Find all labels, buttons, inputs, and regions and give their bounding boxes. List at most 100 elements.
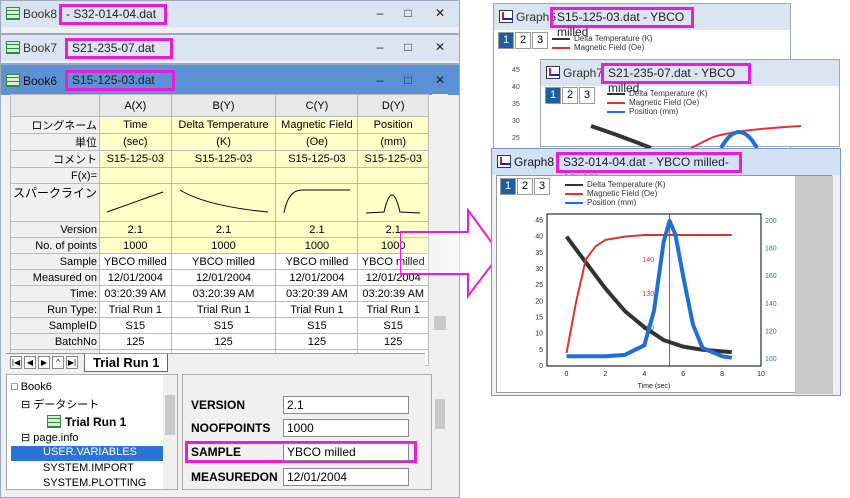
cell[interactable]: S15 xyxy=(170,317,277,334)
prop-value-field[interactable]: 2.1 xyxy=(283,396,409,414)
cell[interactable]: Trial Run 1 xyxy=(275,301,359,318)
cell[interactable]: (K) xyxy=(170,133,277,151)
close-icon[interactable]: ✕ xyxy=(431,6,449,20)
tree-scrollbar[interactable] xyxy=(163,375,177,489)
layer-tab[interactable]: 2 xyxy=(515,32,531,49)
scroll-thumb[interactable] xyxy=(435,399,445,429)
column-header[interactable]: B(Y) xyxy=(170,94,277,117)
cell[interactable]: 2.1 xyxy=(170,221,277,238)
tree-item-datasheet[interactable]: ⊟ データシート xyxy=(21,396,99,412)
sparkline-cell[interactable] xyxy=(275,183,359,222)
cell[interactable]: YBCO milled xyxy=(275,253,359,270)
corner-cell[interactable] xyxy=(9,94,101,117)
layer-tab[interactable]: 2 xyxy=(562,87,578,104)
graph7-window[interactable]: Graph7 S21-235-07.dat - YBCO milled 123 … xyxy=(540,59,840,148)
cell[interactable]: 125 xyxy=(275,333,359,350)
cell[interactable]: 03:20:39 AM xyxy=(275,285,359,302)
cell[interactable]: Position xyxy=(357,116,429,134)
next-sheet-icon[interactable]: ▶ xyxy=(38,356,50,369)
graph8-window[interactable]: Graph8 S32-014-04.dat - YBCO milled-squa… xyxy=(491,148,841,396)
cell[interactable]: 125 xyxy=(170,333,277,350)
props-scrollbar[interactable] xyxy=(433,375,447,491)
cell[interactable]: S15-125-03 xyxy=(357,150,429,168)
maximize-icon[interactable]: □ xyxy=(399,40,417,54)
layer-tab[interactable]: 3 xyxy=(579,87,595,104)
cell[interactable]: 1000 xyxy=(170,237,277,254)
tree-item-system-import[interactable]: SYSTEM.IMPORT xyxy=(43,462,134,474)
cell[interactable]: Time xyxy=(99,116,172,134)
prop-value-field[interactable]: 1000 xyxy=(283,419,409,437)
layer-tab[interactable]: 3 xyxy=(532,32,548,49)
graph8-chart[interactable]: 0 2 4 6 8 10051015202530354045100120140160180… xyxy=(497,206,797,394)
cell[interactable]: (Oe) xyxy=(275,133,359,151)
first-sheet-icon[interactable]: |◀ xyxy=(10,356,22,369)
last-sheet-icon[interactable]: ▶| xyxy=(66,356,78,369)
prop-value-field[interactable]: YBCO milled xyxy=(283,443,409,461)
cell[interactable]: (sec) xyxy=(99,133,172,151)
cell[interactable]: S15-125-03 xyxy=(275,150,359,168)
graph6-titlebar[interactable]: Graph6 S15-125-03.dat - YBCO milled xyxy=(494,4,790,39)
layer-tab[interactable]: 2 xyxy=(517,178,533,195)
minimize-icon[interactable]: – xyxy=(371,40,389,54)
tree-item-user-variables[interactable]: USER.VARIABLES xyxy=(11,446,166,461)
tree-item-pageinfo[interactable]: ⊟ page.info xyxy=(21,431,79,444)
cell[interactable]: Trial Run 1 xyxy=(357,301,429,318)
cell[interactable]: 03:20:39 AM xyxy=(170,285,277,302)
graph8-titlebar[interactable]: Graph8 S32-014-04.dat - YBCO milled-squa… xyxy=(492,149,840,184)
tree-item-book[interactable]: □ Book6 xyxy=(11,381,52,393)
cell[interactable]: 12/01/2004 xyxy=(99,269,172,286)
cell[interactable]: (mm) xyxy=(357,133,429,151)
cell[interactable]: 12/01/2004 xyxy=(275,269,359,286)
tree-item-sheet[interactable]: Trial Run 1 xyxy=(47,413,126,429)
cell[interactable]: 125 xyxy=(99,333,172,350)
cell[interactable]: 2.1 xyxy=(99,221,172,238)
cell[interactable]: S15 xyxy=(357,317,429,334)
book8-window[interactable]: Book8 - S32-014-04.dat – □ ✕ xyxy=(0,0,460,34)
cell[interactable]: 03:20:39 AM xyxy=(99,285,172,302)
book6-titlebar[interactable]: Book6 S15-125-03.dat – □ ✕ xyxy=(1,65,459,95)
cell[interactable] xyxy=(357,167,429,184)
scroll-thumb[interactable] xyxy=(434,316,446,330)
layer-tab[interactable]: 1 xyxy=(500,178,516,195)
cell[interactable]: 1000 xyxy=(99,237,172,254)
maximize-icon[interactable]: □ xyxy=(399,73,417,87)
cell[interactable]: 2.1 xyxy=(275,221,359,238)
worksheet-grid[interactable]: A(X) B(Y) C(Y) D(Y) ロングネーム Time Delta Te… xyxy=(9,94,429,366)
scroll-thumb[interactable] xyxy=(165,395,175,435)
sheet-up-icon[interactable]: ^ xyxy=(52,356,64,369)
cell[interactable]: Trial Run 1 xyxy=(99,301,172,318)
close-icon[interactable]: ✕ xyxy=(431,40,449,54)
cell[interactable]: YBCO milled xyxy=(99,253,172,270)
book8-titlebar[interactable]: Book8 - S32-014-04.dat – □ ✕ xyxy=(1,1,459,27)
minimize-icon[interactable]: – xyxy=(371,6,389,20)
cell[interactable] xyxy=(99,167,172,184)
cell[interactable]: YBCO milled xyxy=(170,253,277,270)
cell[interactable]: S15-125-03 xyxy=(170,150,277,168)
cell[interactable] xyxy=(275,167,359,184)
cell[interactable] xyxy=(170,167,277,184)
cell[interactable]: 125 xyxy=(357,333,429,350)
graph7-titlebar[interactable]: Graph7 S21-235-07.dat - YBCO milled xyxy=(541,60,839,95)
book7-titlebar[interactable]: Book7 S21-235-07.dat – □ ✕ xyxy=(1,35,459,61)
minimize-icon[interactable]: – xyxy=(371,73,389,87)
cell[interactable]: Delta Temperature xyxy=(170,116,277,134)
cell[interactable]: 12/01/2004 xyxy=(170,269,277,286)
cell[interactable]: Magnetic Field xyxy=(275,116,359,134)
graph8-page[interactable]: 123 Delta Temperature (K) Magnetic Field… xyxy=(496,175,833,394)
prop-value-field[interactable]: 12/01/2004 xyxy=(283,468,409,486)
cell[interactable]: S15-125-03 xyxy=(99,150,172,168)
sparkline-cell[interactable] xyxy=(170,183,277,222)
cell[interactable]: 1000 xyxy=(275,237,359,254)
book7-window[interactable]: Book7 S21-235-07.dat – □ ✕ xyxy=(0,34,460,64)
cell[interactable]: Trial Run 1 xyxy=(170,301,277,318)
tree-item-system-plotting[interactable]: SYSTEM.PLOTTING xyxy=(43,477,146,489)
cell[interactable]: S15 xyxy=(99,317,172,334)
maximize-icon[interactable]: □ xyxy=(399,6,417,20)
cell[interactable]: S15 xyxy=(275,317,359,334)
organizer-tree[interactable]: □ Book6 ⊟ データシート Trial Run 1 ⊟ page.info… xyxy=(6,374,178,490)
column-header[interactable]: C(Y) xyxy=(275,94,359,117)
layer-tab[interactable]: 1 xyxy=(545,87,561,104)
layer-tab[interactable]: 3 xyxy=(534,178,550,195)
close-icon[interactable]: ✕ xyxy=(431,73,449,87)
sparkline-cell[interactable] xyxy=(99,183,172,222)
